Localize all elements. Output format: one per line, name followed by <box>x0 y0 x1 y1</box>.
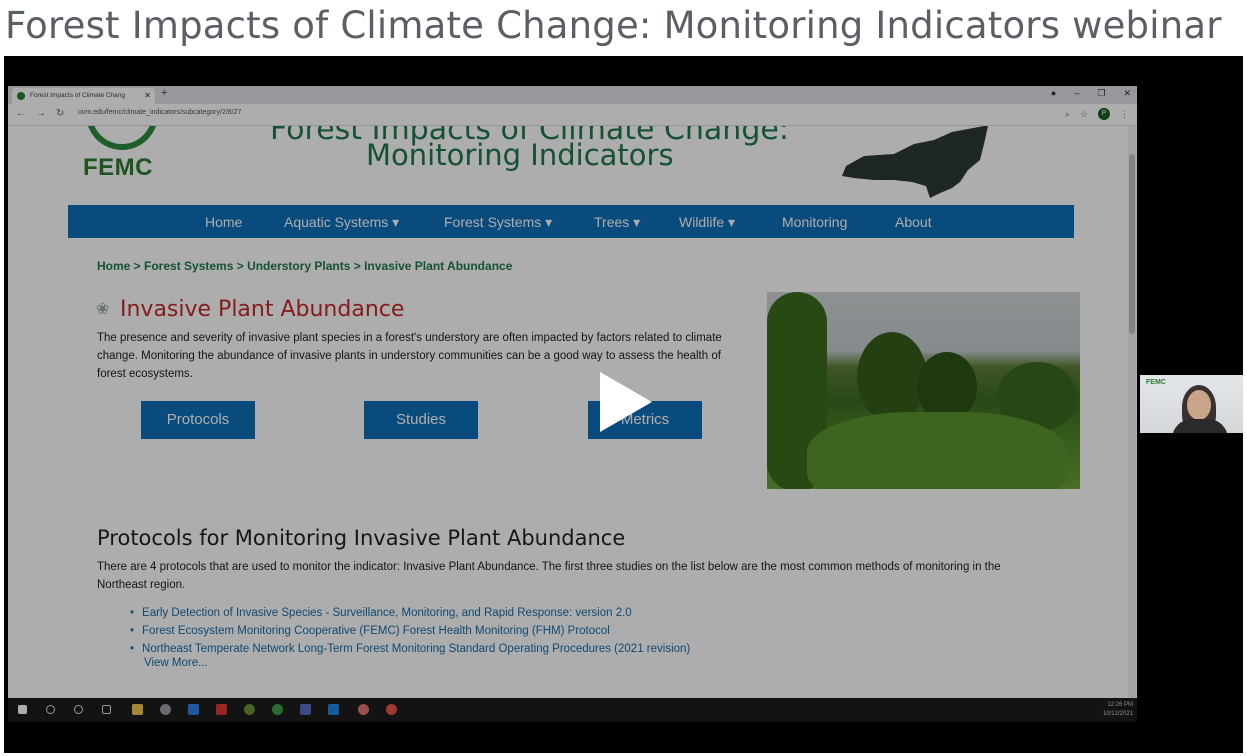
scrollbar-thumb[interactable] <box>1129 154 1135 334</box>
new-tab-icon[interactable]: + <box>161 87 167 99</box>
web-page-content: FEMC Forest Impacts of Climate Change: M… <box>8 126 1127 698</box>
page-title: Forest Impacts of Climate Change: Monito… <box>5 4 1222 47</box>
studies-button[interactable]: Studies <box>364 401 478 439</box>
cortana-icon[interactable] <box>74 705 83 714</box>
nav-wildlife[interactable]: Wildlife ▾ <box>679 214 735 231</box>
protocol-link[interactable]: Northeast Temperate Network Long-Term Fo… <box>130 640 690 658</box>
forward-icon[interactable]: → <box>36 108 46 119</box>
system-clock[interactable]: 12:26 PM 10/12/2021 <box>1103 701 1133 719</box>
page-scrollbar[interactable] <box>1128 126 1136 698</box>
camera-logo: FEMC <box>1146 379 1166 386</box>
speaker-face <box>1187 390 1211 420</box>
address-bar-actions: ⌕ ☆ P ⋮ <box>1065 108 1129 120</box>
app-icon[interactable] <box>386 704 397 715</box>
protocol-link[interactable]: Forest Ecosystem Monitoring Cooperative … <box>130 622 690 640</box>
video-player[interactable]: Forest Impacts of Climate Chang ✕ + ● – … <box>4 56 1243 753</box>
back-icon[interactable]: ← <box>16 108 26 119</box>
breadcrumb[interactable]: Home > Forest Systems > Understory Plant… <box>97 259 512 273</box>
window-controls: ● – ❐ ✕ <box>1051 88 1131 99</box>
femc-logo-text[interactable]: FEMC <box>83 154 153 182</box>
browser-window: Forest Impacts of Climate Chang ✕ + ● – … <box>8 86 1137 698</box>
address-bar: ← → ↻ uvm.edu/femc/climate_indicators/su… <box>8 104 1137 126</box>
clock-time: 12:26 PM <box>1107 702 1133 708</box>
favicon-icon <box>17 92 25 100</box>
restore-icon[interactable]: ❐ <box>1097 88 1105 99</box>
view-more-link[interactable]: View More... <box>144 657 208 669</box>
clock-date: 10/12/2021 <box>1102 711 1133 717</box>
tab-title: Forest Impacts of Climate Chang <box>30 92 126 99</box>
file-explorer-icon[interactable] <box>132 704 143 715</box>
protocol-link[interactable]: Early Detection of Invasive Species - Su… <box>130 604 690 622</box>
star-icon[interactable]: ☆ <box>1080 109 1088 120</box>
chat-app-icon[interactable] <box>160 704 171 715</box>
teams-icon[interactable] <box>300 704 311 715</box>
search-icon[interactable] <box>46 705 55 714</box>
nav-buttons: ← → ↻ <box>16 108 64 119</box>
speaker-camera-thumbnail: FEMC <box>1140 375 1243 433</box>
zoom-icon[interactable]: ⌕ <box>1065 109 1070 120</box>
windows-start-icon[interactable] <box>18 705 27 714</box>
northeast-map-icon <box>842 126 988 198</box>
invasive-plant-photo <box>767 292 1080 489</box>
reload-icon[interactable]: ↻ <box>56 108 64 119</box>
windows-taskbar: 12:26 PM 10/12/2021 <box>8 698 1137 722</box>
browser-tabbar: Forest Impacts of Climate Chang ✕ + ● – … <box>8 86 1137 104</box>
record-icon[interactable]: ● <box>1051 88 1056 99</box>
acrobat-icon[interactable] <box>216 704 227 715</box>
browser-tab[interactable]: Forest Impacts of Climate Chang ✕ <box>12 88 155 104</box>
outlook-icon[interactable] <box>188 704 199 715</box>
zoom-app-icon[interactable] <box>328 704 339 715</box>
site-navbar: Home Aquatic Systems ▾ Forest Systems ▾ … <box>68 205 1074 238</box>
femc-logo-icon <box>86 126 158 150</box>
plant-icon: ❀ <box>96 301 110 318</box>
url-field[interactable]: uvm.edu/femc/climate_indicators/subcateg… <box>78 109 241 116</box>
chrome-icon[interactable] <box>272 704 283 715</box>
protocols-section-title: Protocols for Monitoring Invasive Plant … <box>97 526 626 550</box>
nav-monitoring[interactable]: Monitoring <box>782 214 847 230</box>
site-title: Monitoring Indicators <box>366 138 674 172</box>
speaker-body <box>1172 419 1228 433</box>
nav-trees[interactable]: Trees ▾ <box>594 214 640 231</box>
task-view-icon[interactable] <box>102 705 111 714</box>
protocols-list: Early Detection of Invasive Species - Su… <box>130 604 690 658</box>
nav-aquatic-systems[interactable]: Aquatic Systems ▾ <box>284 214 399 231</box>
app-icon[interactable] <box>358 704 369 715</box>
close-window-icon[interactable]: ✕ <box>1123 88 1131 99</box>
menu-icon[interactable]: ⋮ <box>1120 109 1129 120</box>
protocols-button[interactable]: Protocols <box>141 401 255 439</box>
nav-home[interactable]: Home <box>205 214 242 230</box>
play-icon[interactable] <box>600 372 652 432</box>
protocols-section-description: There are 4 protocols that are used to m… <box>97 561 1001 591</box>
nav-forest-systems[interactable]: Forest Systems ▾ <box>444 214 552 231</box>
indicator-title: Invasive Plant Abundance <box>120 297 405 322</box>
close-tab-icon[interactable]: ✕ <box>144 88 151 104</box>
minimize-icon[interactable]: – <box>1074 88 1079 99</box>
nav-about[interactable]: About <box>895 214 932 230</box>
app-icon[interactable] <box>244 704 255 715</box>
profile-avatar[interactable]: P <box>1098 108 1110 120</box>
